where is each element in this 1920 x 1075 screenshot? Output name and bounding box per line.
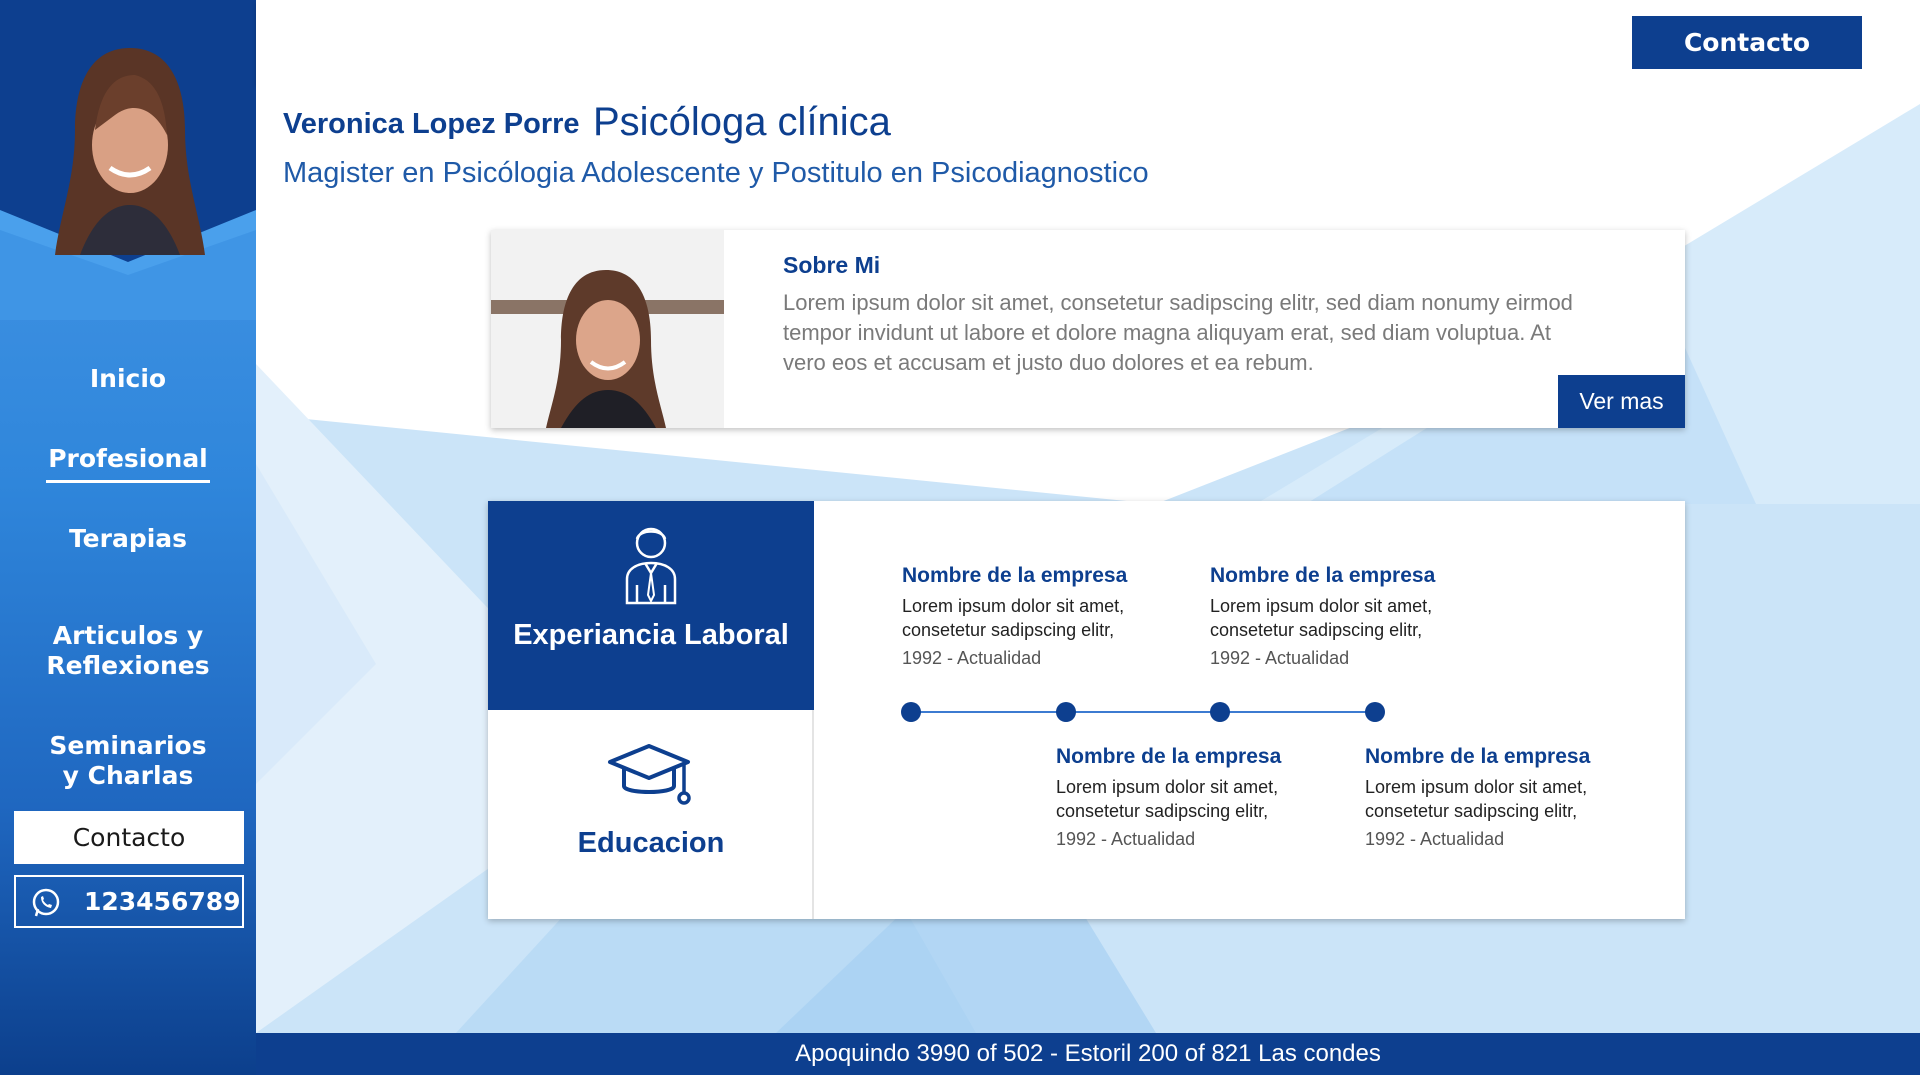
whatsapp-button[interactable]: 123456789 xyxy=(14,875,244,928)
timeline-dot xyxy=(1210,702,1230,722)
entry-text-line1: Lorem ipsum dolor sit amet, xyxy=(1056,777,1279,797)
timeline-dot xyxy=(1365,702,1385,722)
entry-text-line1: Lorem ipsum dolor sit amet, xyxy=(1210,596,1433,616)
graduation-cap-icon xyxy=(608,744,691,805)
entry-text-line2: consetetur sadipscing elitr, xyxy=(1210,620,1423,640)
timeline-dot xyxy=(1056,702,1076,722)
entry-company: Nombre de la empresa xyxy=(1056,745,1282,768)
nav-seminarios-charlas[interactable]: Seminarios y Charlas xyxy=(0,731,256,791)
timeline-entry: Nombre de la empresa Lorem ipsum dolor s… xyxy=(902,564,1202,669)
entry-date: 1992 - Actualidad xyxy=(902,648,1042,668)
timeline-line xyxy=(911,711,1375,713)
timeline-entry: Nombre de la empresa Lorem ipsum dolor s… xyxy=(1056,745,1356,850)
header-contact-button[interactable]: Contacto xyxy=(1632,16,1862,69)
entry-text-line2: consetetur sadipscing elitr, xyxy=(902,620,1115,640)
about-text: Lorem ipsum dolor sit amet, consetetur s… xyxy=(783,290,1573,375)
entry-date: 1992 - Actualidad xyxy=(1210,648,1350,668)
profile-role: Psicóloga clínica xyxy=(593,100,891,144)
phone-number: 123456789 xyxy=(84,887,241,916)
profile-subtitle: Magister en Psicólogia Adolescente y Pos… xyxy=(283,157,1149,189)
nav-profesional[interactable]: Profesional xyxy=(46,444,210,483)
timeline-dot xyxy=(901,702,921,722)
tab-educacion[interactable]: Educacion xyxy=(488,710,814,919)
nav-terapias[interactable]: Terapias xyxy=(0,524,256,554)
about-card: Sobre Mi Lorem ipsum dolor sit amet, con… xyxy=(491,230,1685,428)
ver-mas-button[interactable]: Ver mas xyxy=(1558,375,1685,428)
profile-name: Veronica Lopez Porre xyxy=(283,108,580,140)
entry-text-line2: consetetur sadipscing elitr, xyxy=(1365,801,1578,821)
about-photo xyxy=(491,230,724,428)
nav-articulos-reflexiones[interactable]: Articulos y Reflexiones xyxy=(0,621,256,681)
tab-educacion-label: Educacion xyxy=(577,827,725,859)
entry-date: 1992 - Actualidad xyxy=(1056,829,1196,849)
entry-date: 1992 - Actualidad xyxy=(1365,829,1505,849)
sidebar: Inicio Profesional Terapias Articulos y … xyxy=(0,0,256,1075)
footer-address: Apoquindo 3990 of 502 - Estoril 200 of 8… xyxy=(256,1033,1920,1075)
timeline-entry: Nombre de la empresa Lorem ipsum dolor s… xyxy=(1210,564,1510,669)
entry-company: Nombre de la empresa xyxy=(1365,745,1591,768)
entry-text-line1: Lorem ipsum dolor sit amet, xyxy=(1365,777,1588,797)
worker-icon xyxy=(625,527,677,605)
entry-text-line1: Lorem ipsum dolor sit amet, xyxy=(902,596,1125,616)
entry-company: Nombre de la empresa xyxy=(1210,564,1436,587)
tab-experiencia-laboral[interactable]: Experiancia Laboral xyxy=(488,501,814,710)
profile-avatar xyxy=(55,48,205,255)
whatsapp-icon xyxy=(32,888,60,917)
sidebar-contact-button[interactable]: Contacto xyxy=(14,811,244,864)
entry-company: Nombre de la empresa xyxy=(902,564,1128,587)
about-portrait-image xyxy=(491,230,724,428)
tab-experiencia-label: Experiancia Laboral xyxy=(513,619,789,651)
timeline-entry: Nombre de la empresa Lorem ipsum dolor s… xyxy=(1365,745,1665,850)
top-header: Contacto xyxy=(256,0,1920,84)
about-title: Sobre Mi xyxy=(783,252,881,278)
entry-text-line2: consetetur sadipscing elitr, xyxy=(1056,801,1269,821)
nav-inicio[interactable]: Inicio xyxy=(0,364,256,394)
